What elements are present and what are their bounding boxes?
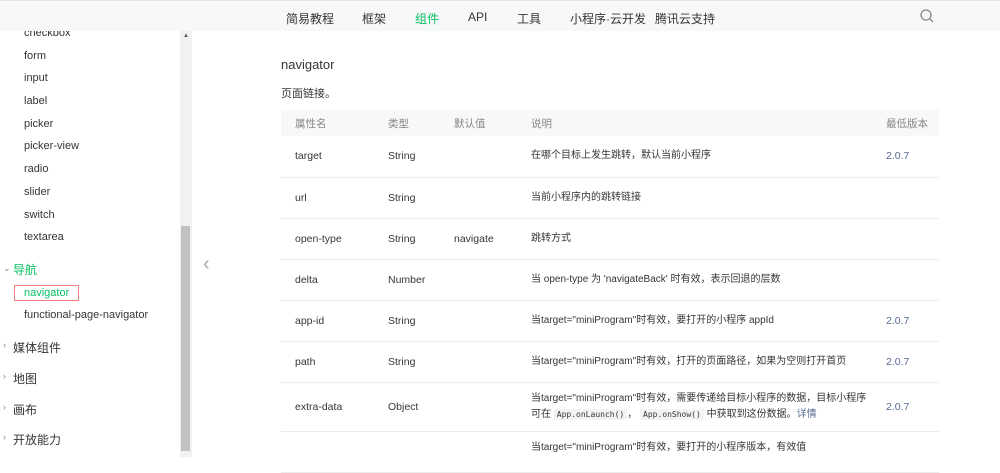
cell-default: [440, 382, 517, 432]
chevron-right-icon: ›: [3, 371, 6, 381]
cell-desc: 当target="miniProgram"时有效，打开的页面路径，如果为空则打开…: [517, 341, 872, 383]
top-navigation: 简易教程 框架 组件 API 工具 小程序·云开发 腾讯云支持: [0, 0, 1000, 31]
separator: ，: [627, 408, 638, 420]
chevron-right-icon: ›: [3, 432, 6, 442]
cell-name: target: [281, 136, 374, 178]
cell-desc: 当target="miniProgram"时有效，要打开的小程序 appId: [517, 300, 872, 342]
sidebar-scrollbar[interactable]: ▲: [180, 31, 192, 457]
sidebar-item-picker[interactable]: picker: [24, 118, 53, 130]
sidebar-item-switch[interactable]: switch: [24, 209, 55, 221]
nav-api[interactable]: API: [468, 10, 487, 24]
cell-version: 2.0.7: [872, 341, 939, 383]
cell-version: [872, 177, 939, 219]
sidebar-group-canvas[interactable]: 画布: [13, 401, 37, 418]
sidebar-item-navigator[interactable]: navigator: [24, 287, 69, 299]
table-row: 当target="miniProgram"时有效，要打开的小程序版本，有效值: [281, 431, 939, 473]
cell-type: String: [374, 177, 440, 219]
table-row: path String 当target="miniProgram"时有效，打开的页面…: [281, 341, 939, 383]
cell-default: [440, 259, 517, 301]
cell-desc: 当target="miniProgram"时有效，要打开的小程序版本，有效值: [517, 431, 872, 473]
nav-cloud[interactable]: 小程序·云开发: [570, 10, 646, 27]
cell-type: Object: [374, 382, 440, 432]
sidebar-group-navigation[interactable]: 导航: [13, 261, 37, 278]
sidebar-item-picker-view[interactable]: picker-view: [24, 140, 79, 152]
attributes-table: 属性名 类型 默认值 说明 最低版本 target String 在哪个目标上发生跳…: [281, 110, 939, 473]
table-row: target String 在哪个目标上发生跳转，默认当前小程序 2.0.7: [281, 136, 939, 178]
table-row: extra-data Object 当target="miniProgram"时…: [281, 382, 939, 432]
code-onshow: App.onShow(): [640, 408, 704, 420]
cell-desc: 当前小程序内的跳转链接: [517, 177, 872, 219]
cell-type: String: [374, 341, 440, 383]
page-title: navigator: [281, 57, 335, 72]
scrollbar-thumb[interactable]: [181, 226, 190, 451]
cell-name: open-type: [281, 218, 374, 260]
cell-name: app-id: [281, 300, 374, 342]
table-row: app-id String 当target="miniProgram"时有效，要打开…: [281, 300, 939, 342]
sidebar-group-open[interactable]: 开放能力: [13, 431, 61, 448]
chevron-right-icon: ›: [3, 340, 6, 350]
cell-desc: 当 open-type 为 'navigateBack' 时有效，表示回退的层数: [517, 259, 872, 301]
cell-default: [440, 341, 517, 383]
cell-desc: 当target="miniProgram"时有效，需要传递给目标小程序的数据，目…: [517, 382, 872, 432]
cell-default: [440, 300, 517, 342]
page-description: 页面链接。: [281, 88, 336, 100]
header-version: 最低版本: [872, 110, 939, 136]
cell-default: [440, 177, 517, 219]
nav-components[interactable]: 组件: [415, 10, 439, 27]
cell-version: [872, 218, 939, 260]
header-type: 类型: [374, 110, 440, 136]
cell-version: 2.0.7: [872, 136, 939, 178]
cell-type: String: [374, 218, 440, 260]
sidebar-item-radio[interactable]: radio: [24, 163, 48, 175]
desc-text: 中获取到这份数据。: [706, 408, 797, 420]
sidebar-group-map[interactable]: 地图: [13, 370, 37, 387]
nav-tutorial[interactable]: 简易教程: [286, 10, 334, 27]
cell-name: path: [281, 341, 374, 383]
table-row: delta Number 当 open-type 为 'navigateBack' …: [281, 259, 939, 301]
cell-default: navigate: [440, 218, 517, 260]
header-name: 属性名: [281, 110, 374, 136]
sidebar-item-functional-page-navigator[interactable]: functional-page-navigator: [24, 309, 148, 321]
header-default: 默认值: [440, 110, 517, 136]
cell-version: 2.0.7: [872, 382, 939, 432]
details-link[interactable]: 详情: [797, 409, 817, 420]
nav-tools[interactable]: 工具: [517, 10, 541, 27]
chevron-left-icon[interactable]: ‹: [203, 253, 210, 276]
cell-version: 2.0.7: [872, 300, 939, 342]
header-desc: 说明: [517, 110, 872, 136]
cell-type: Number: [374, 259, 440, 301]
scroll-up-icon[interactable]: ▲: [183, 33, 189, 39]
cell-desc: 在哪个目标上发生跳转，默认当前小程序: [517, 136, 872, 178]
cell-name: url: [281, 177, 374, 219]
cell-name: extra-data: [281, 382, 374, 432]
sidebar-item-label[interactable]: label: [24, 95, 47, 107]
search-icon[interactable]: [920, 9, 934, 23]
sidebar-item-input[interactable]: input: [24, 72, 48, 84]
chevron-right-icon: ›: [3, 402, 6, 412]
nav-tencent-cloud[interactable]: 腾讯云支持: [655, 10, 715, 27]
cell-type: String: [374, 136, 440, 178]
chevron-down-icon: ⌄: [3, 263, 11, 273]
cell-desc: 跳转方式: [517, 218, 872, 260]
cell-name: delta: [281, 259, 374, 301]
sidebar-item-form[interactable]: form: [24, 50, 46, 62]
sidebar-item-textarea[interactable]: textarea: [24, 231, 64, 243]
code-onlaunch: App.onLaunch(): [553, 408, 628, 420]
nav-framework[interactable]: 框架: [362, 10, 386, 27]
sidebar-item-checkbox[interactable]: checkbox: [24, 31, 70, 39]
cell-version: [872, 259, 939, 301]
sidebar-item-slider[interactable]: slider: [24, 186, 50, 198]
table-row: open-type String navigate 跳转方式: [281, 218, 939, 260]
table-row: url String 当前小程序内的跳转链接: [281, 177, 939, 219]
cell-default: [440, 136, 517, 178]
cell-type: String: [374, 300, 440, 342]
sidebar-group-media[interactable]: 媒体组件: [13, 339, 61, 356]
sidebar: checkbox form input label picker picker-…: [0, 31, 180, 457]
